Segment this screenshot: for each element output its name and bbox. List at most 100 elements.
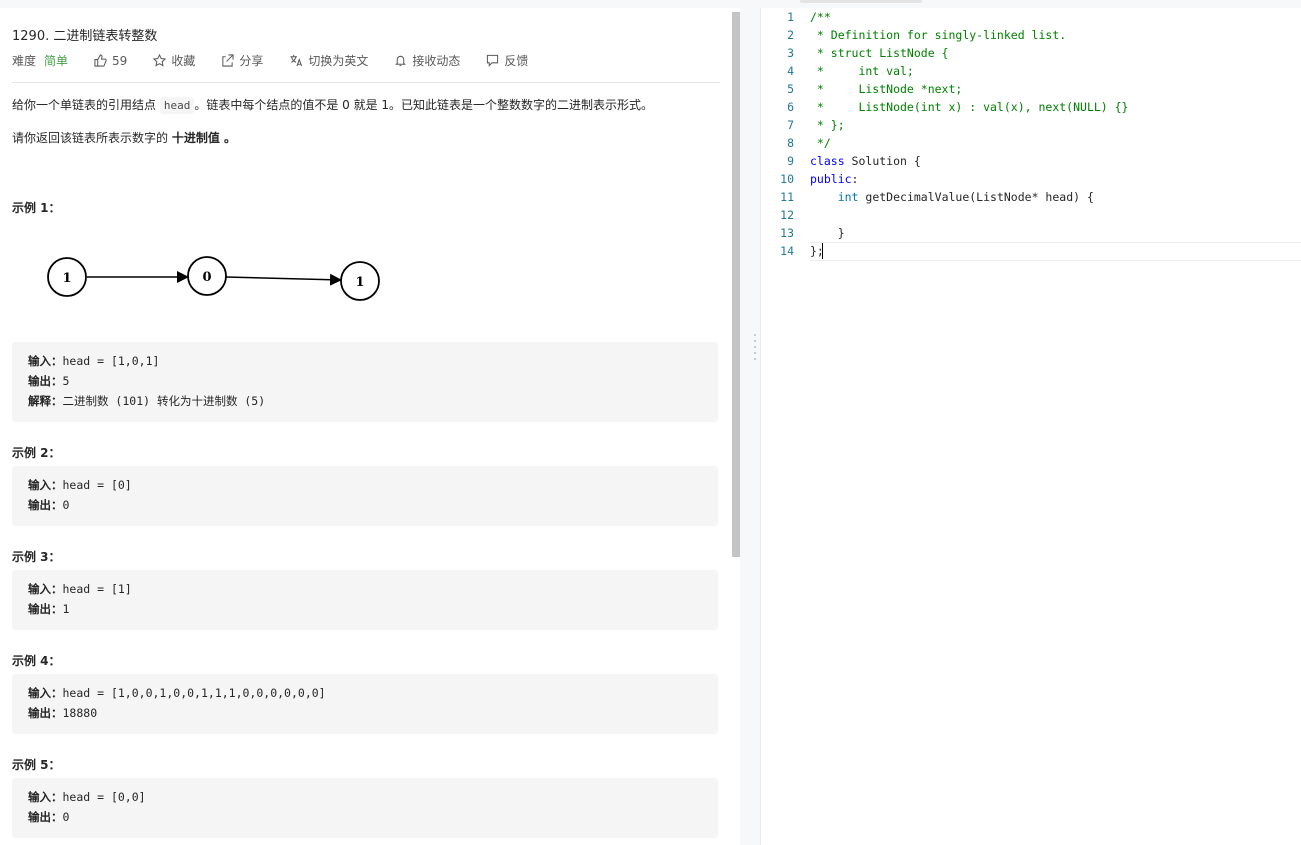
example-line-label: 输出： [28, 706, 63, 720]
code-text: int getDecimalValue(ListNode* head) { [810, 188, 1094, 206]
example-heading: 示例 4： [12, 654, 61, 668]
example-line: 输入：head = [1] [28, 581, 132, 597]
arrow-2 [225, 273, 342, 286]
code-text: * ListNode *next; [810, 80, 962, 98]
share-button[interactable]: 分享 [221, 52, 263, 69]
switch-language-button[interactable]: 切换为英文 [289, 52, 368, 69]
like-button[interactable]: 59 [94, 54, 127, 68]
like-count: 59 [112, 53, 128, 68]
example-line-value: 1 [62, 602, 70, 616]
code-line: 10 public: [761, 170, 1301, 188]
share-icon [222, 54, 234, 67]
problem-panel: 1290. 二进制链表转整数 难度 简单 59 收藏 分享 切换为英文 接收动态… [0, 8, 740, 845]
subscribe-button[interactable]: 接收动态 [394, 52, 460, 69]
line-number: 13 [780, 226, 794, 240]
example-line-value: head = [1] [62, 582, 132, 596]
example-line: 输入：head = [0,0] [28, 789, 146, 805]
code-text: * ListNode(int x) : val(x), next(NULL) {… [810, 98, 1129, 116]
line-number: 8 [787, 136, 794, 150]
example-line-label: 输出： [28, 810, 63, 824]
example-line: 输出：1 [28, 601, 69, 617]
favorite-button[interactable]: 收藏 [153, 52, 195, 69]
text-caret [822, 243, 823, 259]
code-token: * ListNode *next; [810, 82, 963, 96]
example-line-value: 0 [62, 810, 70, 824]
code-editor[interactable]: 1 /** 2 * Definition for singly-linked lis… [760, 8, 1301, 845]
example-line: 解释：二进制数 (101) 转化为十进制数 (5) [28, 393, 265, 409]
example-line-value: head = [1,0,0,1,0,0,1,1,1,0,0,0,0,0,0] [62, 686, 326, 700]
example-line-label: 输入： [28, 478, 63, 492]
code-text: * Definition for singly-linked list. [810, 26, 1066, 44]
example-line-label: 输出： [28, 602, 63, 616]
line-number: 2 [787, 28, 794, 42]
description-paragraph-1: 给你一个单链表的引用结点 head 。链表中每个结点的值不是 0 就是 1。已知此… [12, 97, 654, 114]
difficulty-label: 难度 [12, 54, 37, 68]
line-number: 14 [780, 244, 794, 258]
example-line-value: 18880 [62, 706, 98, 720]
favorite-label: 收藏 [171, 54, 196, 68]
example-line: 输出：5 [28, 373, 69, 389]
example-line-label: 输出： [28, 498, 63, 512]
code-text: * struct ListNode { [810, 44, 949, 62]
example-box: 输入：head = [0,0] 输出：0 [12, 778, 718, 838]
code-line: 9 class Solution { [761, 152, 1301, 170]
code-token: getDecimalValue(ListNode* head) { [858, 190, 1094, 204]
feedback-button[interactable]: 反馈 [486, 52, 528, 69]
example-line-label: 输入： [28, 686, 63, 700]
example-line: 输入：head = [0] [28, 477, 132, 493]
divider [12, 82, 720, 83]
thumbs-up-icon [94, 54, 107, 67]
problem-title: 1290. 二进制链表转整数 [12, 29, 158, 44]
line-number: 4 [787, 64, 794, 78]
example-heading: 示例 5： [12, 758, 61, 772]
code-text: class Solution { [810, 152, 921, 170]
code-line: 14}; [761, 242, 1301, 260]
code-token: } [810, 226, 845, 240]
code-line: 12 [761, 206, 1301, 224]
line-number: 7 [787, 118, 794, 132]
subscribe-label: 接收动态 [412, 54, 461, 68]
code-line: 2 * Definition for singly-linked list. [761, 26, 1301, 44]
code-line: 7 * }; [761, 116, 1301, 134]
code-text: */ [810, 134, 831, 152]
share-label: 分享 [239, 54, 264, 68]
code-text: public: [810, 170, 858, 188]
difficulty-value: 简单 [44, 54, 69, 68]
line-number: 10 [780, 172, 794, 186]
code-token: public [810, 172, 852, 186]
code-line: 6 * ListNode(int x) : val(x), next(NULL)… [761, 98, 1301, 116]
code-token: : [851, 172, 859, 186]
example-line-label: 输入： [28, 582, 63, 596]
example-line: 输出：18880 [28, 705, 97, 721]
code-token: * int val; [810, 64, 914, 78]
code-line: 4 * int val; [761, 62, 1301, 80]
example-box: 输入：head = [0] 输出：0 [12, 466, 718, 526]
example-line-value: head = [0] [62, 478, 132, 492]
line-number: 9 [787, 154, 794, 168]
inline-code: head [159, 97, 195, 114]
resize-handle[interactable] [753, 330, 757, 380]
example-line-value: 二进制数 (101) 转化为十进制数 (5) [62, 394, 266, 408]
bell-icon [395, 55, 407, 67]
line-number: 6 [787, 100, 794, 114]
node-value: 0 [202, 270, 211, 285]
description-paragraph-2: 请你返回该链表所表示数字的 十进制值 。 [12, 131, 237, 145]
code-text [810, 206, 865, 224]
code-token: * struct ListNode { [810, 46, 949, 60]
example-heading: 示例 1： [12, 201, 61, 215]
code-token: * Definition for singly-linked list. [810, 28, 1067, 42]
example-line: 输入：head = [1,0,1] [28, 353, 159, 369]
scrollbar[interactable] [732, 12, 740, 557]
example-line-label: 输出： [28, 374, 63, 388]
line-number: 12 [780, 208, 794, 222]
code-line: 5 * ListNode *next; [761, 80, 1301, 98]
linked-list-diagram: 1 0 1 [47, 256, 380, 301]
code-line: 1 /** [761, 8, 1301, 26]
example-line-value: 0 [62, 498, 70, 512]
switch-language-label: 切换为英文 [308, 54, 369, 68]
example-heading: 示例 3： [12, 550, 61, 564]
code-text: } [810, 224, 845, 242]
code-token: Solution { [844, 154, 921, 168]
code-text: * int val; [810, 62, 914, 80]
